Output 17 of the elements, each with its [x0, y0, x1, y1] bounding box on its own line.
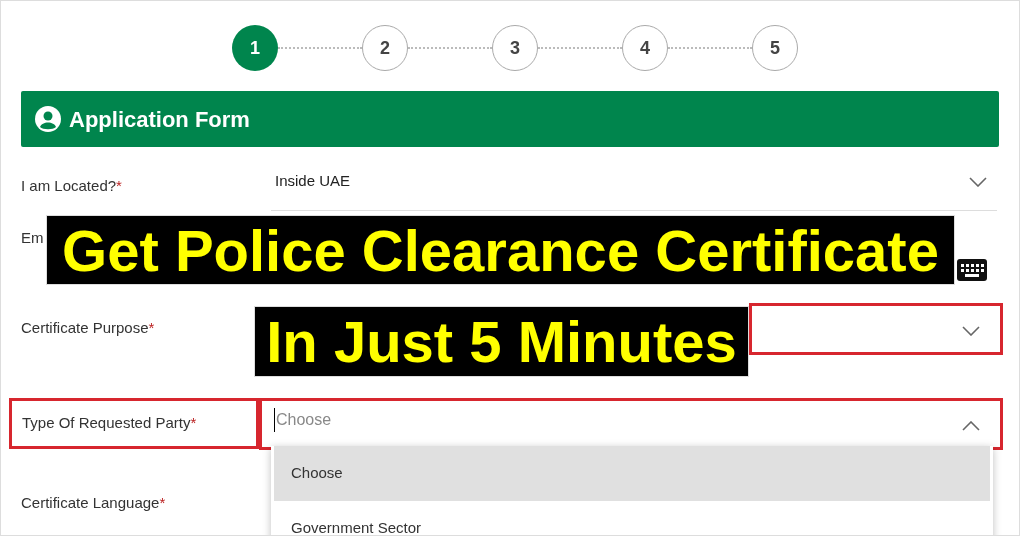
field-label: I am Located?* [21, 176, 123, 196]
chevron-up-icon [962, 421, 980, 431]
field-label: Em [21, 228, 45, 248]
form-header: Application Form [21, 91, 999, 147]
user-icon [35, 106, 61, 132]
keyboard-icon[interactable] [957, 259, 987, 281]
field-label: Certificate Language* [21, 493, 167, 513]
banner-text: In Just 5 Minutes [254, 306, 749, 377]
banner-text: Get Police Clearance Certificate [46, 215, 955, 285]
field-label: Type Of Requested Party* [9, 398, 259, 449]
select-field[interactable]: Inside UAE [271, 161, 997, 211]
field-label: Certificate Purpose* [21, 318, 156, 338]
select-field[interactable] [749, 303, 1003, 355]
dropdown-option[interactable]: Choose [274, 446, 990, 501]
dropdown-option[interactable]: Government Sector [274, 501, 990, 535]
chevron-down-icon [962, 326, 980, 336]
chevron-down-icon [969, 176, 987, 187]
